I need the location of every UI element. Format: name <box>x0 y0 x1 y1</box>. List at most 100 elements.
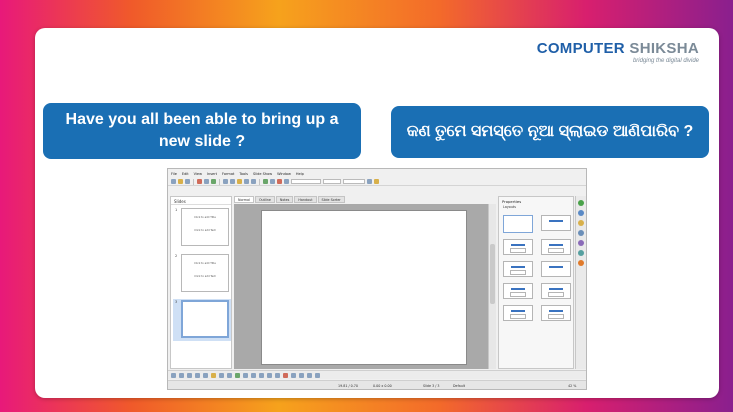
curve-icon[interactable] <box>219 372 224 378</box>
new-icon[interactable] <box>171 179 176 184</box>
layout-vertical-text[interactable] <box>541 305 571 321</box>
line-width-field[interactable] <box>323 179 341 184</box>
save-icon[interactable] <box>185 179 190 184</box>
properties-deck-icon[interactable] <box>578 200 584 206</box>
select-icon[interactable] <box>171 372 176 378</box>
symbol-shapes-icon[interactable] <box>243 372 248 378</box>
slides-pane: Slides 1 Click to add Title Click to add… <box>170 196 232 369</box>
layout-title-content[interactable] <box>503 239 533 255</box>
menu-slide-show[interactable]: Slide Show <box>253 172 272 176</box>
tab-handout[interactable]: Handout <box>294 196 317 203</box>
callouts-icon[interactable] <box>267 372 272 378</box>
editor-vertical-scrollbar[interactable] <box>488 204 496 369</box>
print-icon[interactable] <box>204 179 209 184</box>
slide-thumbnail-row-selected[interactable]: 3 <box>173 299 231 341</box>
drawing-toolbar <box>168 370 586 379</box>
toolbar-separator <box>193 178 194 185</box>
tab-slide-sorter[interactable]: Slide Sorter <box>317 196 345 203</box>
flowchart-icon[interactable] <box>259 372 264 378</box>
menu-file[interactable]: File <box>171 172 177 176</box>
extrusion-icon[interactable] <box>315 372 320 378</box>
question-english: Have you all been able to bring up a new… <box>43 103 361 159</box>
area-color-select[interactable] <box>343 179 365 184</box>
fontwork-icon[interactable] <box>283 372 288 378</box>
layout-title-content-2[interactable] <box>541 239 571 255</box>
layout-title-4-content[interactable] <box>541 283 571 299</box>
rotate-icon[interactable] <box>291 372 296 378</box>
layout-blank[interactable] <box>503 215 533 233</box>
slide-thumbnail[interactable]: Click to add Title Click to add Text <box>181 208 229 246</box>
computer-shiksha-logo: COMPUTER SHIKSHA bridging the digital di… <box>537 40 699 64</box>
slide-thumbnail-row[interactable]: 2 Click to add Title Click to add Text <box>173 253 231 295</box>
rectangle-icon[interactable] <box>195 372 200 378</box>
menu-window[interactable]: Window <box>277 172 291 176</box>
animation-icon[interactable] <box>578 220 584 226</box>
spellcheck-icon[interactable] <box>211 179 216 184</box>
slides-pane-title: Slides <box>171 197 231 205</box>
text-icon[interactable] <box>211 372 216 378</box>
export-pdf-icon[interactable] <box>197 179 202 184</box>
chart-icon[interactable] <box>277 179 282 184</box>
gallery-icon[interactable] <box>578 250 584 256</box>
arrange-icon[interactable] <box>307 372 312 378</box>
arrow-icon[interactable] <box>187 372 192 378</box>
slide-show-icon[interactable] <box>374 179 379 184</box>
shadow-icon[interactable] <box>367 179 372 184</box>
tab-outline[interactable]: Outline <box>254 196 275 203</box>
thumbnail-text: Click to add Text <box>194 275 216 278</box>
menu-view[interactable]: View <box>194 172 202 176</box>
transition-icon[interactable] <box>578 230 584 236</box>
layout-title-2-content[interactable] <box>503 261 533 277</box>
stars-icon[interactable] <box>275 372 280 378</box>
status-bar: 19.81 / 0.70 0.00 x 0.00 Slide 3 / 3 Def… <box>168 380 586 389</box>
layout-title-content-split[interactable] <box>503 283 533 299</box>
status-size: 0.00 x 0.00 <box>373 384 392 388</box>
layout-title-6-content[interactable] <box>503 305 533 321</box>
scrollbar-thumb[interactable] <box>490 244 495 304</box>
question-odia: କଣ ତୁମେ ସମସ୍ତେ ନୂଆ ସ୍ଲାଇଡ ଆଣିପାରିବ ? <box>391 106 709 158</box>
line-icon[interactable] <box>179 372 184 378</box>
standard-toolbar <box>168 178 586 186</box>
impress-window-screenshot: File Edit View Insert Format Tools Slide… <box>167 168 587 390</box>
thumbnail-title: Click to add Title <box>194 262 216 265</box>
menu-format[interactable]: Format <box>222 172 234 176</box>
layout-title-only[interactable] <box>541 215 571 231</box>
slide-thumbnail-row[interactable]: 1 Click to add Title Click to add Text <box>173 207 231 249</box>
status-position: 19.81 / 0.70 <box>338 384 358 388</box>
navigator-icon[interactable] <box>578 260 584 266</box>
align-icon[interactable] <box>299 372 304 378</box>
slide-thumbnail[interactable]: Click to add Title Click to add Text <box>181 254 229 292</box>
tab-normal[interactable]: Normal <box>234 196 254 203</box>
line-style-select[interactable] <box>291 179 321 184</box>
new-slide-thumbnail[interactable] <box>181 300 229 338</box>
cut-icon[interactable] <box>223 179 228 184</box>
master-slides-icon[interactable] <box>578 210 584 216</box>
toolbar-separator <box>219 178 220 185</box>
open-icon[interactable] <box>178 179 183 184</box>
ellipse-icon[interactable] <box>203 372 208 378</box>
styles-icon[interactable] <box>578 240 584 246</box>
menu-tools[interactable]: Tools <box>239 172 248 176</box>
block-arrows-icon[interactable] <box>251 372 256 378</box>
connector-icon[interactable] <box>227 372 232 378</box>
table-icon[interactable] <box>263 179 268 184</box>
paste-icon[interactable] <box>237 179 242 184</box>
copy-icon[interactable] <box>230 179 235 184</box>
tab-notes[interactable]: Notes <box>275 196 294 203</box>
status-zoom[interactable]: 42 % <box>568 384 576 388</box>
blank-slide-canvas[interactable] <box>261 210 467 365</box>
menu-help[interactable]: Help <box>296 172 304 176</box>
menu-edit[interactable]: Edit <box>182 172 189 176</box>
toolbar-separator <box>259 178 260 185</box>
logo-tagline: bridging the digital divide <box>632 58 699 64</box>
undo-icon[interactable] <box>244 179 249 184</box>
menu-bar: File Edit View Insert Format Tools Slide… <box>168 169 586 178</box>
image-icon[interactable] <box>270 179 275 184</box>
thumbnail-title: Click to add Title <box>194 216 216 219</box>
textbox-icon[interactable] <box>284 179 289 184</box>
layouts-section-label[interactable]: Layouts <box>499 205 573 211</box>
menu-insert[interactable]: Insert <box>207 172 217 176</box>
basic-shapes-icon[interactable] <box>235 372 240 378</box>
layout-centered-text[interactable] <box>541 261 571 277</box>
redo-icon[interactable] <box>251 179 256 184</box>
